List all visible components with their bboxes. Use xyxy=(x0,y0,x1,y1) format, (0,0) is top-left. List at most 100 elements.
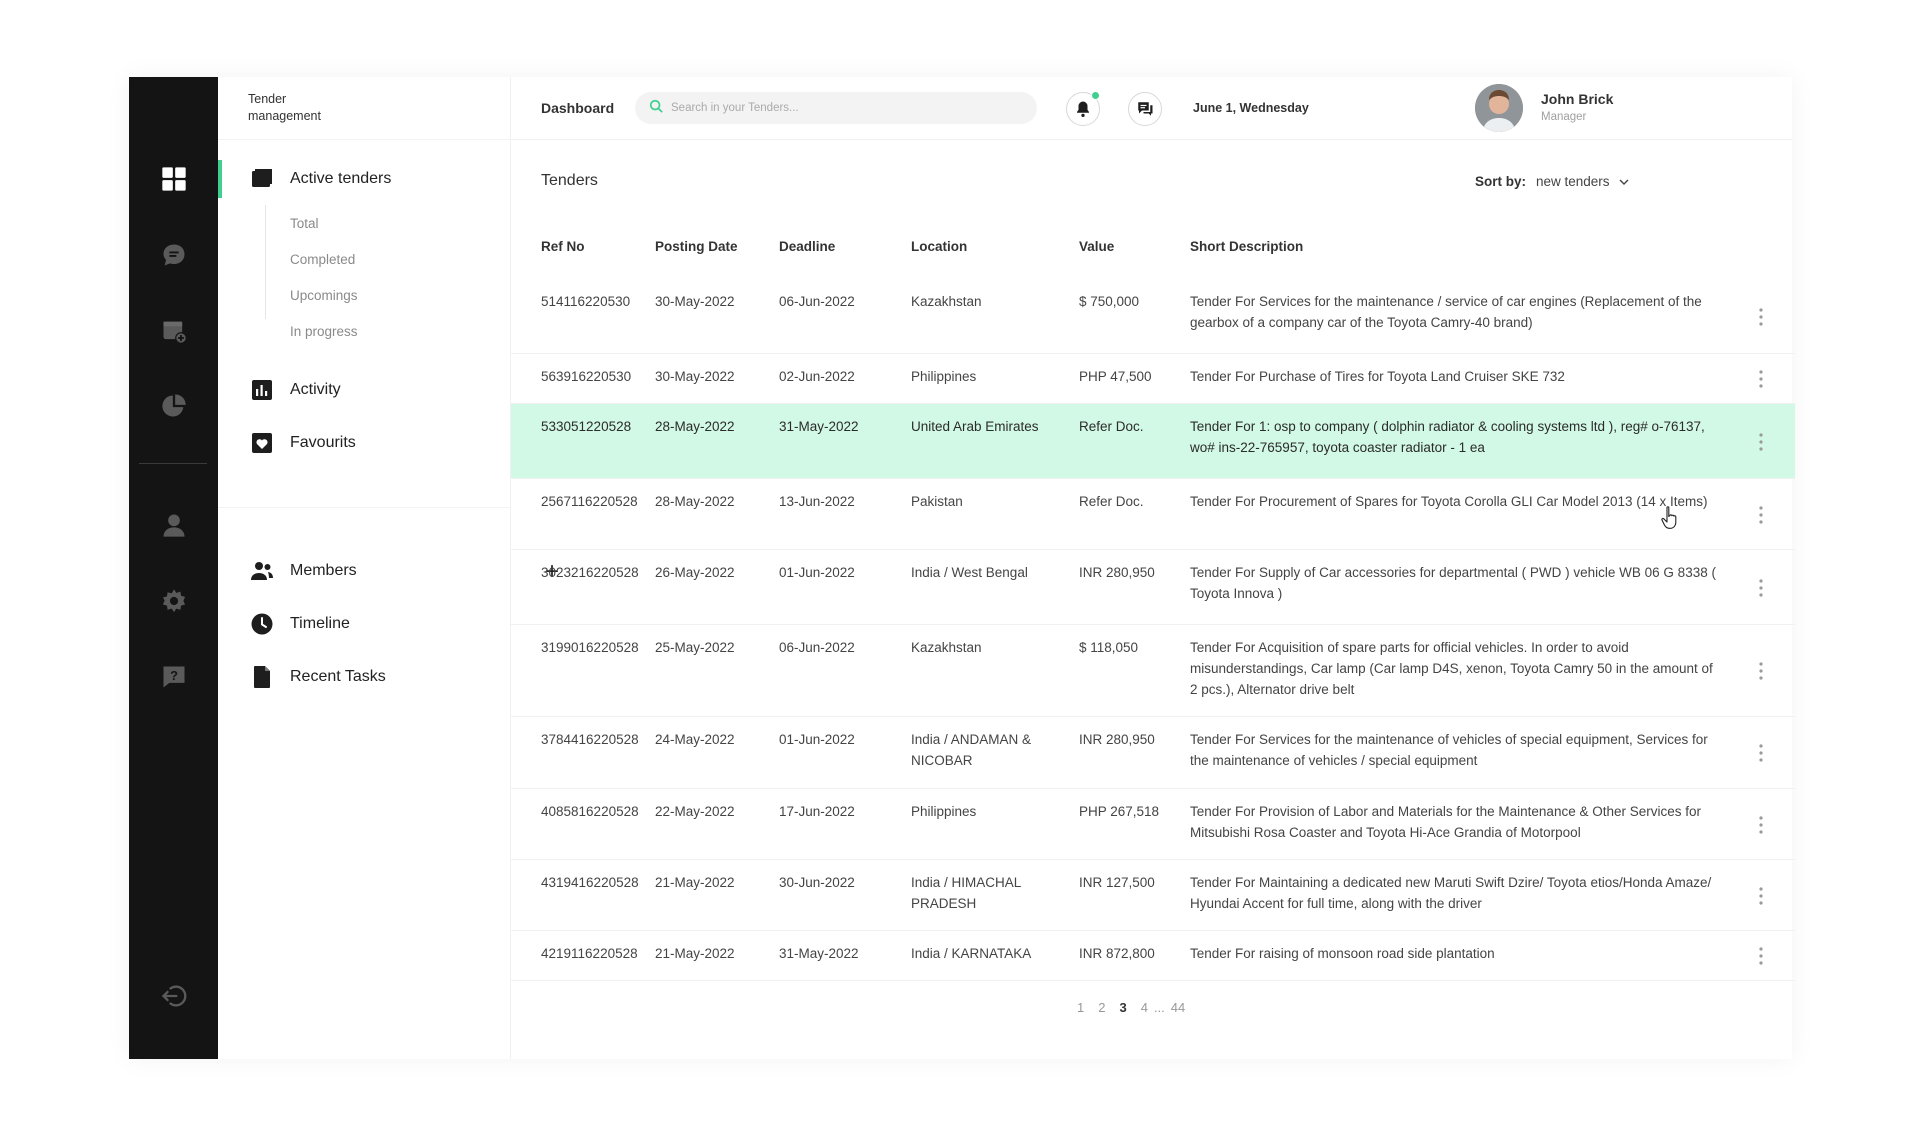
top-bar: Dashboard June 1, Wednesday xyxy=(511,77,1792,140)
more-vertical-icon xyxy=(1759,815,1763,834)
notification-dot xyxy=(1091,91,1100,100)
row-more-button[interactable] xyxy=(1749,884,1773,908)
nav-item-favourites[interactable]: Favourits xyxy=(250,430,356,456)
cell-description: Tender For Services for the maintenance … xyxy=(1190,732,1708,768)
help-chat-icon[interactable]: ? xyxy=(129,657,218,697)
cell-ref-no: 3784416220528 xyxy=(541,732,639,747)
sort-dropdown[interactable]: new tenders xyxy=(1536,174,1630,189)
logout-icon[interactable] xyxy=(129,976,218,1016)
nav-item-recent-tasks[interactable]: Recent Tasks xyxy=(250,664,386,690)
cell-posting-date: 30-May-2022 xyxy=(655,294,735,309)
cell-value: Refer Doc. xyxy=(1079,494,1144,509)
nav-item-timeline[interactable]: Timeline xyxy=(250,611,350,637)
avatar[interactable] xyxy=(1475,84,1523,132)
nav-label-favourites: Favourits xyxy=(290,434,356,451)
nav-separator xyxy=(218,139,511,140)
table-row[interactable]: 4319416220528 21-May-2022 30-Jun-2022 India… xyxy=(511,860,1795,931)
cell-deadline: 01-Jun-2022 xyxy=(779,565,855,580)
cell-value: Refer Doc. xyxy=(1079,419,1144,434)
page-2[interactable]: 2 xyxy=(1098,1000,1105,1015)
cell-location: Kazakhstan xyxy=(911,294,982,309)
cell-location: Pakistan xyxy=(911,494,963,509)
dashboard-icon[interactable] xyxy=(129,159,218,199)
main-content: Dashboard June 1, Wednesday xyxy=(511,77,1795,1059)
table-row[interactable]: 4085816220528 22-May-2022 17-Jun-2022 Phili… xyxy=(511,789,1795,860)
table-row[interactable]: 3199016220528 25-May-2022 06-Jun-2022 Kazak… xyxy=(511,625,1795,717)
cell-deadline: 01-Jun-2022 xyxy=(779,732,855,747)
table-row[interactable]: 3023216220528 26-May-2022 01-Jun-2022 India… xyxy=(511,550,1795,625)
nav-label-activity: Activity xyxy=(290,381,341,398)
cell-posting-date: 25-May-2022 xyxy=(655,640,735,655)
icon-rail: ? xyxy=(129,77,218,1059)
cell-location: Philippines xyxy=(911,369,977,384)
row-more-button[interactable] xyxy=(1749,305,1773,329)
more-vertical-icon xyxy=(1759,307,1763,326)
cell-posting-date: 28-May-2022 xyxy=(655,419,735,434)
user-icon[interactable] xyxy=(129,505,218,545)
nav-item-members[interactable]: Members xyxy=(250,558,357,584)
page-4[interactable]: 4 xyxy=(1141,1000,1148,1015)
search-input[interactable] xyxy=(671,102,1011,114)
cell-ref-no: 4219116220528 xyxy=(541,946,638,961)
page-44[interactable]: 44 xyxy=(1171,1000,1185,1015)
nav-item-active-tenders[interactable]: Active tenders xyxy=(250,166,391,192)
row-more-button[interactable] xyxy=(1749,944,1773,968)
cell-posting-date: 26-May-2022 xyxy=(655,565,735,580)
hand-cursor-icon xyxy=(1661,506,1677,529)
message-icon xyxy=(1136,100,1154,118)
heart-icon xyxy=(250,431,274,455)
table-row[interactable]: 4219116220528 21-May-2022 31-May-2022 India… xyxy=(511,931,1795,981)
cell-location: United Arab Emirates xyxy=(911,419,1039,434)
table-row[interactable]: 533051220528 28-May-2022 31-May-2022 United… xyxy=(511,404,1795,479)
col-short-description[interactable]: Short Description xyxy=(1190,239,1720,254)
user-name[interactable]: John Brick xyxy=(1541,91,1613,107)
rail-divider xyxy=(139,463,207,464)
table-row[interactable]: 563916220530 30-May-2022 02-Jun-2022 Philip… xyxy=(511,354,1795,404)
nav-label-members: Members xyxy=(290,562,357,579)
row-more-button[interactable] xyxy=(1749,741,1773,765)
app-window: ? Tender management Active tenders Total… xyxy=(129,77,1795,1059)
cell-description: Tender For Maintaining a dedicated new M… xyxy=(1190,875,1712,911)
cell-deadline: 31-May-2022 xyxy=(779,946,859,961)
page-3-current[interactable]: 3 xyxy=(1119,1000,1126,1015)
cell-description: Tender For raising of monsoon road side … xyxy=(1190,946,1495,961)
chat-icon[interactable] xyxy=(129,235,218,275)
table-row[interactable]: 3784416220528 24-May-2022 01-Jun-2022 India… xyxy=(511,717,1795,789)
gear-icon[interactable] xyxy=(129,581,218,621)
table-row[interactable]: 514116220530 30-May-2022 06-Jun-2022 Kazakh… xyxy=(511,279,1795,354)
col-value[interactable]: Value xyxy=(1079,239,1114,254)
row-more-button[interactable] xyxy=(1749,430,1773,454)
breadcrumb[interactable]: Dashboard xyxy=(541,100,614,116)
sub-item-total[interactable]: Total xyxy=(290,216,319,231)
row-more-button[interactable] xyxy=(1749,659,1773,683)
col-location[interactable]: Location xyxy=(911,239,1076,254)
more-vertical-icon xyxy=(1759,744,1763,762)
row-more-button[interactable] xyxy=(1749,576,1773,600)
cell-value: INR 280,950 xyxy=(1079,565,1155,580)
col-ref-no[interactable]: Ref No xyxy=(541,239,585,254)
table-header: Ref No Posting Date Deadline Location Va… xyxy=(511,239,1795,259)
pie-chart-icon[interactable] xyxy=(129,386,218,426)
cell-value: INR 872,800 xyxy=(1079,946,1155,961)
page-1[interactable]: 1 xyxy=(1077,1000,1084,1015)
messages-button[interactable] xyxy=(1128,92,1162,126)
row-more-button[interactable] xyxy=(1749,367,1773,391)
col-deadline[interactable]: Deadline xyxy=(779,239,835,254)
row-more-button[interactable] xyxy=(1749,813,1773,837)
cell-deadline: 13-Jun-2022 xyxy=(779,494,855,509)
sort-value: new tenders xyxy=(1536,174,1610,189)
table-row[interactable]: 2567116220528 28-May-2022 13-Jun-2022 Pakis… xyxy=(511,479,1795,550)
row-more-button[interactable] xyxy=(1749,503,1773,527)
notifications-button[interactable] xyxy=(1066,91,1100,126)
cell-location: Kazakhstan xyxy=(911,640,982,655)
sub-item-completed[interactable]: Completed xyxy=(290,252,355,267)
cell-location: India / ANDAMAN & NICOBAR xyxy=(911,732,1032,768)
user-role: Manager xyxy=(1541,111,1587,123)
sub-item-upcomings[interactable]: Upcomings xyxy=(290,288,358,303)
sub-item-in-progress[interactable]: In progress xyxy=(290,324,358,339)
col-posting-date[interactable]: Posting Date xyxy=(655,239,738,254)
nav-item-activity[interactable]: Activity xyxy=(250,377,341,403)
more-vertical-icon xyxy=(1759,505,1763,524)
calendar-add-icon[interactable] xyxy=(129,311,218,351)
bar-chart-icon xyxy=(250,378,274,402)
